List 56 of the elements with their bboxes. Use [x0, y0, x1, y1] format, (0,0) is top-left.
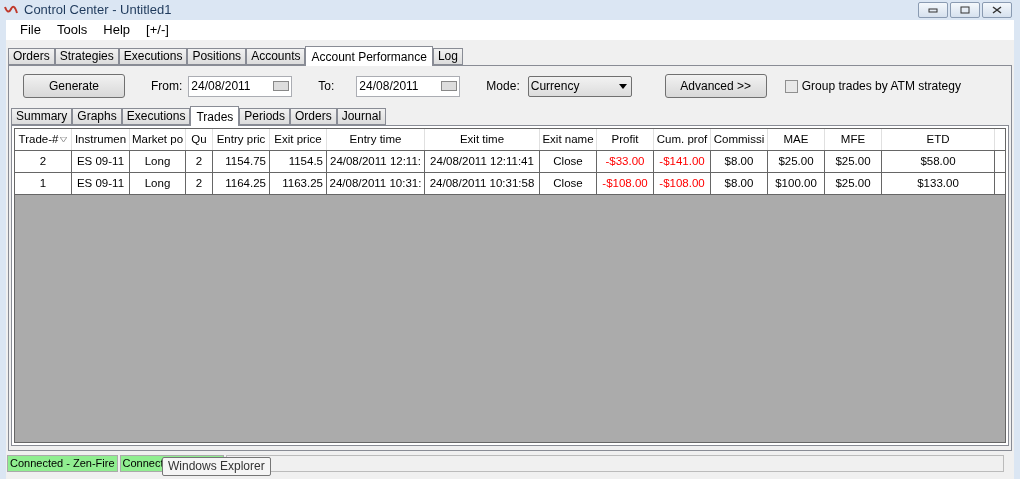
close-icon: [992, 6, 1002, 14]
calendar-icon: [441, 81, 458, 91]
from-date-field[interactable]: 24/08/2011: [188, 75, 293, 97]
table-cell: 1164.25: [213, 173, 270, 194]
table-cell: 1163.25: [270, 173, 327, 194]
tab[interactable]: Executions: [118, 48, 188, 65]
table-cell: ES 09-11: [72, 173, 130, 194]
menu-item[interactable]: [+/-]: [140, 20, 175, 40]
group-trades-label: Group trades by ATM strategy: [801, 78, 961, 95]
to-label: To:: [318, 78, 335, 95]
table-cell: 2: [186, 173, 213, 194]
table-cell: $8.00: [711, 173, 768, 194]
app-logo-icon: [4, 5, 18, 15]
table-cell: -$108.00: [654, 173, 711, 194]
tab[interactable]: Account Performance: [305, 46, 433, 66]
close-button[interactable]: [982, 2, 1012, 18]
mode-dropdown[interactable]: Currency: [527, 75, 632, 97]
tab[interactable]: Journal: [336, 108, 387, 125]
advanced-button[interactable]: Advanced >>: [664, 74, 767, 98]
tooltip: Windows Explorer: [162, 457, 271, 476]
table-cell: Long: [130, 173, 186, 194]
to-date-field[interactable]: 24/08/2011: [356, 75, 461, 97]
table-cell: -$108.00: [597, 173, 654, 194]
calendar-icon: [273, 81, 290, 91]
mode-label: Mode:: [486, 78, 520, 95]
maximize-icon: [960, 6, 970, 14]
from-label: From:: [151, 78, 183, 95]
table-cell: 24/08/2011 10:31:: [327, 173, 425, 194]
table-cell: $133.00: [882, 173, 995, 194]
tab[interactable]: Orders: [290, 108, 337, 125]
sort-icon: [60, 137, 68, 142]
tab[interactable]: Positions: [187, 48, 247, 65]
tab[interactable]: Executions: [121, 108, 191, 125]
tab[interactable]: Strategies: [54, 48, 119, 65]
tab[interactable]: Orders: [8, 48, 55, 65]
table-cell: 1: [15, 173, 72, 194]
connection-status: Connected - Zen-Fire: [7, 454, 118, 472]
table-cell: $25.00: [825, 173, 882, 194]
menu-item[interactable]: File: [14, 20, 47, 40]
generate-button[interactable]: Generate: [23, 74, 125, 98]
table-cell: $100.00: [768, 173, 825, 194]
table-cell: Close: [540, 173, 597, 194]
menu-item[interactable]: Help: [97, 20, 137, 40]
menu-item[interactable]: Tools: [50, 20, 94, 40]
group-trades-checkbox[interactable]: [784, 79, 798, 93]
tab[interactable]: Log: [432, 48, 463, 65]
tab[interactable]: Periods: [239, 108, 290, 125]
tab[interactable]: Accounts: [246, 48, 306, 65]
tab[interactable]: Trades: [190, 106, 240, 126]
window-title: Control Center - Untitled1: [24, 1, 172, 20]
minimize-button[interactable]: [918, 2, 948, 18]
tab[interactable]: Graphs: [72, 108, 122, 125]
tab[interactable]: Summary: [11, 108, 73, 125]
table-cell: 24/08/2011 10:31:58: [425, 173, 540, 194]
minimize-icon: [928, 7, 938, 13]
caret-icon: [618, 83, 627, 89]
